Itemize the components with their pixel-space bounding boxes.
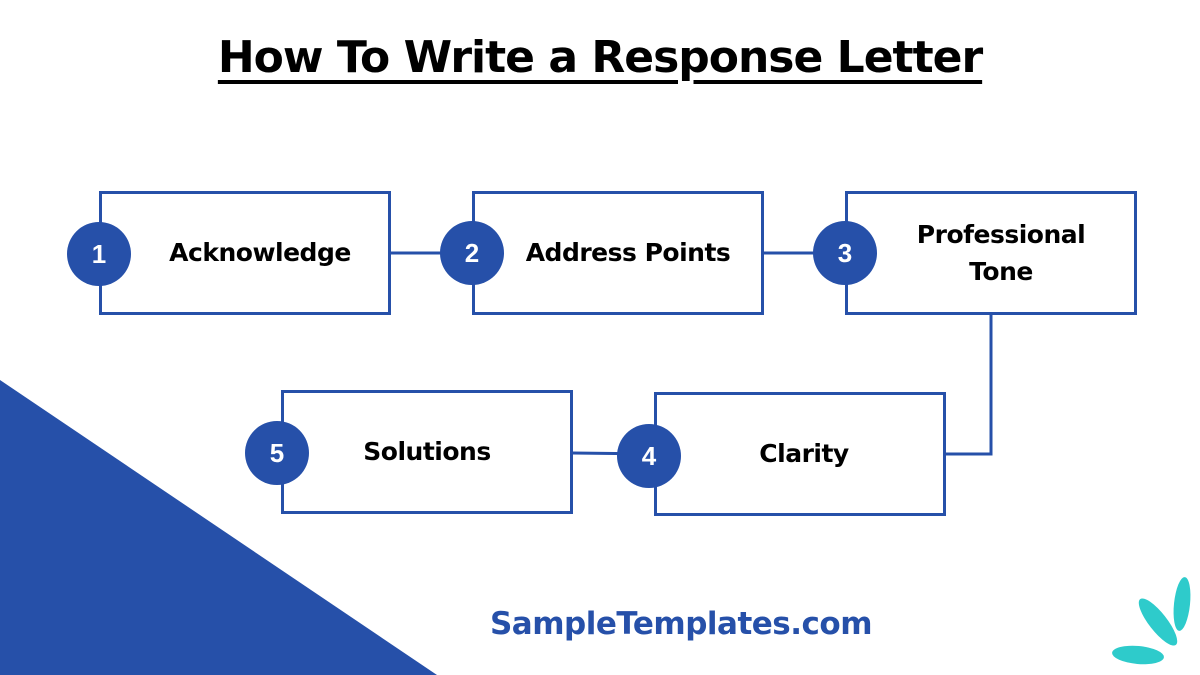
step-label: Address Points (525, 238, 731, 268)
step-label: Professional Tone (916, 219, 1086, 287)
step-number-badge: 1 (67, 222, 131, 286)
step-label: Clarity (759, 439, 849, 469)
step-box-clarity: Clarity (654, 392, 946, 516)
step-number-badge: 5 (245, 421, 309, 485)
step-label: Acknowledge (169, 238, 351, 268)
connector-3-4 (945, 314, 993, 456)
step-box-address-points: Address Points (472, 191, 764, 315)
brand-footer: SampleTemplates.com (489, 606, 873, 642)
step-label: Solutions (363, 437, 491, 467)
connector-lines (390, 251, 993, 456)
step-number-badge: 4 (617, 424, 681, 488)
step-number-badge: 3 (813, 221, 877, 285)
step-box-professional-tone: Professional Tone (845, 191, 1137, 315)
leaf-sparkle-icon (1112, 577, 1191, 665)
step-box-solutions: Solutions (281, 390, 573, 514)
step-box-acknowledge: Acknowledge (99, 191, 391, 315)
step-number-badge: 2 (440, 221, 504, 285)
